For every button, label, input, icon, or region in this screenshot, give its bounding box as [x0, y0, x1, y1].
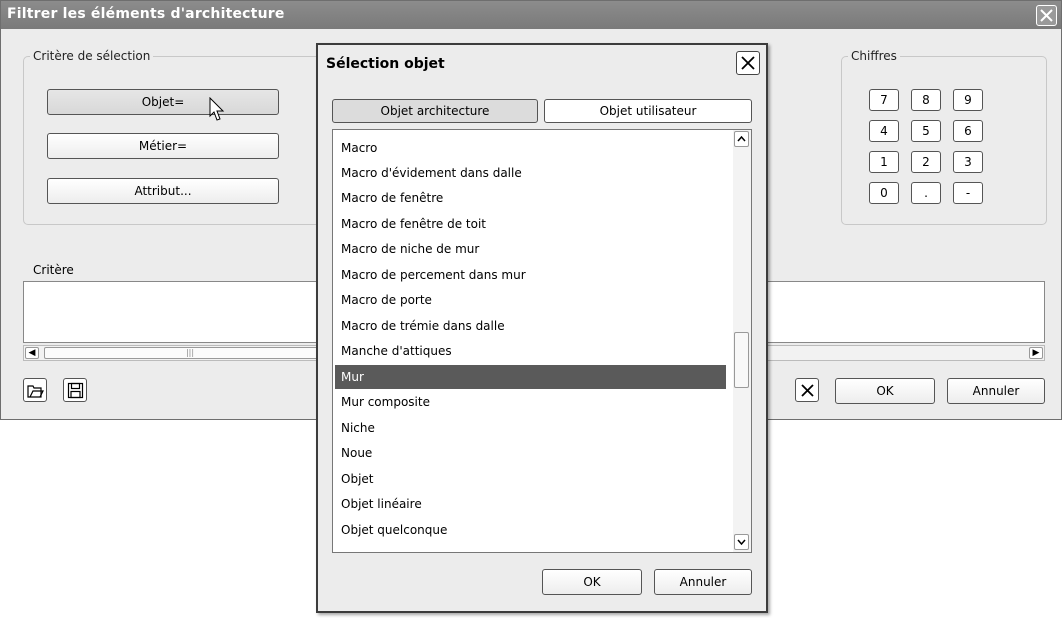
list-item[interactable]: Macro de niche de mur: [335, 237, 726, 261]
list-item[interactable]: Macro de fenêtre: [335, 186, 726, 210]
tab-architecture-object[interactable]: Objet architecture: [332, 99, 538, 123]
scroll-right-icon[interactable]: ▶: [1029, 347, 1043, 359]
key-7[interactable]: 7: [869, 89, 899, 111]
list-item[interactable]: Macro d'évidement dans dalle: [335, 161, 726, 185]
list-scroll-thumb[interactable]: [734, 332, 749, 388]
key-minus[interactable]: -: [953, 182, 983, 204]
window-close-button[interactable]: [1036, 5, 1057, 26]
key-dot[interactable]: .: [911, 182, 941, 204]
scroll-left-icon[interactable]: ◀: [25, 347, 39, 359]
key-2[interactable]: 2: [911, 151, 941, 173]
list-item[interactable]: Manche d'attiques: [335, 339, 726, 363]
key-9[interactable]: 9: [953, 89, 983, 111]
list-item[interactable]: Noue: [335, 441, 726, 465]
scroll-down-icon[interactable]: [734, 534, 749, 550]
list-item[interactable]: Macro de fenêtre de toit: [335, 212, 726, 236]
open-file-button[interactable]: [23, 378, 47, 402]
object-criteria-button[interactable]: Objet=: [47, 89, 279, 115]
key-4[interactable]: 4: [869, 120, 899, 142]
folder-open-icon: [27, 385, 44, 398]
object-listbox[interactable]: Macro Macro d'évidement dans dalle Macro…: [332, 129, 752, 553]
list-item[interactable]: Objet: [335, 467, 726, 491]
list-item[interactable]: Mur composite: [335, 390, 726, 414]
close-icon: [1040, 9, 1053, 22]
attribute-criteria-button[interactable]: Attribut...: [47, 178, 279, 204]
list-item[interactable]: Macro: [335, 136, 726, 160]
key-6[interactable]: 6: [953, 120, 983, 142]
list-item[interactable]: Macro de porte: [335, 288, 726, 312]
save-file-button[interactable]: [63, 378, 87, 402]
window-title: Filtrer les éléments d'architecture: [7, 6, 285, 22]
list-item-selected[interactable]: Mur: [335, 365, 726, 389]
dialog-close-button[interactable]: [736, 51, 760, 75]
main-ok-button[interactable]: OK: [835, 378, 935, 404]
scroll-up-icon[interactable]: [734, 131, 749, 147]
criteria-label: Critère: [33, 263, 74, 277]
trade-criteria-button[interactable]: Métier=: [47, 133, 279, 159]
dialog-cancel-button[interactable]: Annuler: [654, 569, 752, 595]
close-icon: [741, 56, 755, 70]
delete-criteria-button[interactable]: [795, 378, 819, 402]
list-item[interactable]: Objet linéaire: [335, 492, 726, 516]
dialog-titlebar[interactable]: Sélection objet: [318, 45, 766, 83]
selection-criteria-legend: Critère de sélection: [33, 49, 151, 63]
object-selection-dialog: Sélection objet Objet architecture Objet…: [316, 43, 768, 613]
window-titlebar[interactable]: Filtrer les éléments d'architecture: [1, 1, 1061, 29]
delete-x-icon: [801, 384, 814, 397]
floppy-save-icon: [67, 382, 84, 399]
mouse-cursor-icon: [209, 97, 225, 121]
list-vertical-scrollbar[interactable]: [733, 130, 751, 552]
list-item[interactable]: Macro de percement dans mur: [335, 263, 726, 287]
scroll-thumb[interactable]: |||: [44, 347, 336, 359]
key-3[interactable]: 3: [953, 151, 983, 173]
key-8[interactable]: 8: [911, 89, 941, 111]
key-1[interactable]: 1: [869, 151, 899, 173]
key-5[interactable]: 5: [911, 120, 941, 142]
main-cancel-button[interactable]: Annuler: [947, 378, 1045, 404]
list-item[interactable]: Niche: [335, 416, 726, 440]
tab-user-object[interactable]: Objet utilisateur: [544, 99, 752, 123]
list-item[interactable]: Macro de trémie dans dalle: [335, 314, 726, 338]
dialog-title: Sélection objet: [326, 56, 445, 72]
digits-legend: Chiffres: [851, 49, 897, 63]
dialog-ok-button[interactable]: OK: [542, 569, 642, 595]
key-0[interactable]: 0: [869, 182, 899, 204]
list-item[interactable]: Objet quelconque: [335, 518, 726, 542]
